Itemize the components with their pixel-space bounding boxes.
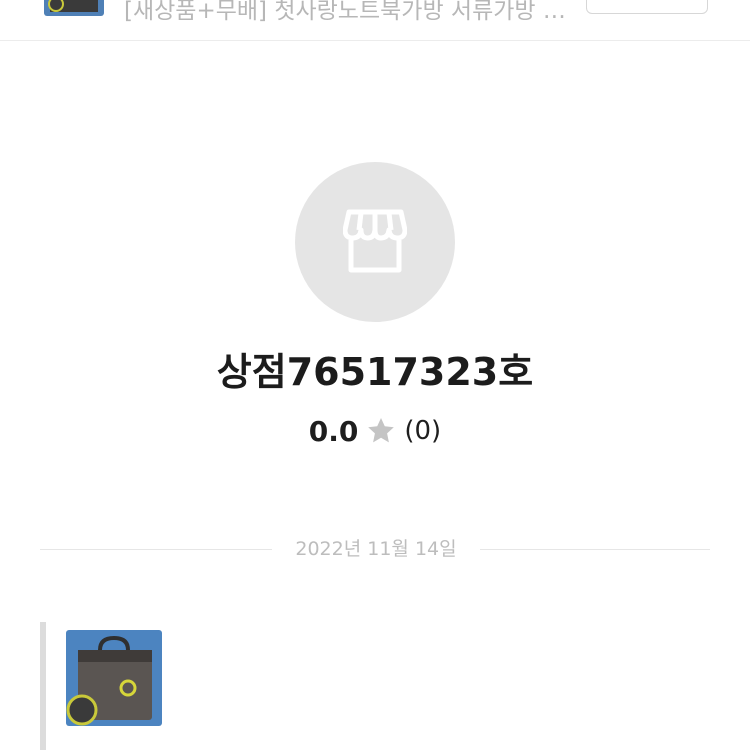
- date-divider: 2022년 11월 14일: [40, 534, 710, 564]
- storefront-icon: [343, 209, 407, 273]
- star-icon: [366, 417, 396, 445]
- chat-header: [새상품+무배] 첫사랑노트북가방 서류가방 브...: [0, 0, 750, 41]
- divider-line-right: [480, 549, 710, 550]
- product-thumbnail[interactable]: [44, 0, 104, 16]
- rating-score: 0.0: [308, 414, 359, 448]
- shop-avatar[interactable]: [295, 162, 455, 322]
- product-title[interactable]: [새상품+무배] 첫사랑노트북가방 서류가방 브...: [124, 0, 574, 28]
- message-product-image[interactable]: [66, 630, 162, 726]
- chat-date-label: 2022년 11월 14일: [295, 538, 457, 560]
- divider-line-left: [40, 549, 272, 550]
- shop-rating: 0.0 (0): [0, 410, 750, 452]
- review-count: (0): [404, 416, 442, 446]
- laptop-bag-icon: [44, 0, 104, 16]
- header-action-button[interactable]: [586, 0, 708, 14]
- laptop-bag-icon: [66, 630, 162, 726]
- shop-name[interactable]: 상점76517323호: [0, 344, 750, 400]
- message-quote-bar: [40, 622, 46, 750]
